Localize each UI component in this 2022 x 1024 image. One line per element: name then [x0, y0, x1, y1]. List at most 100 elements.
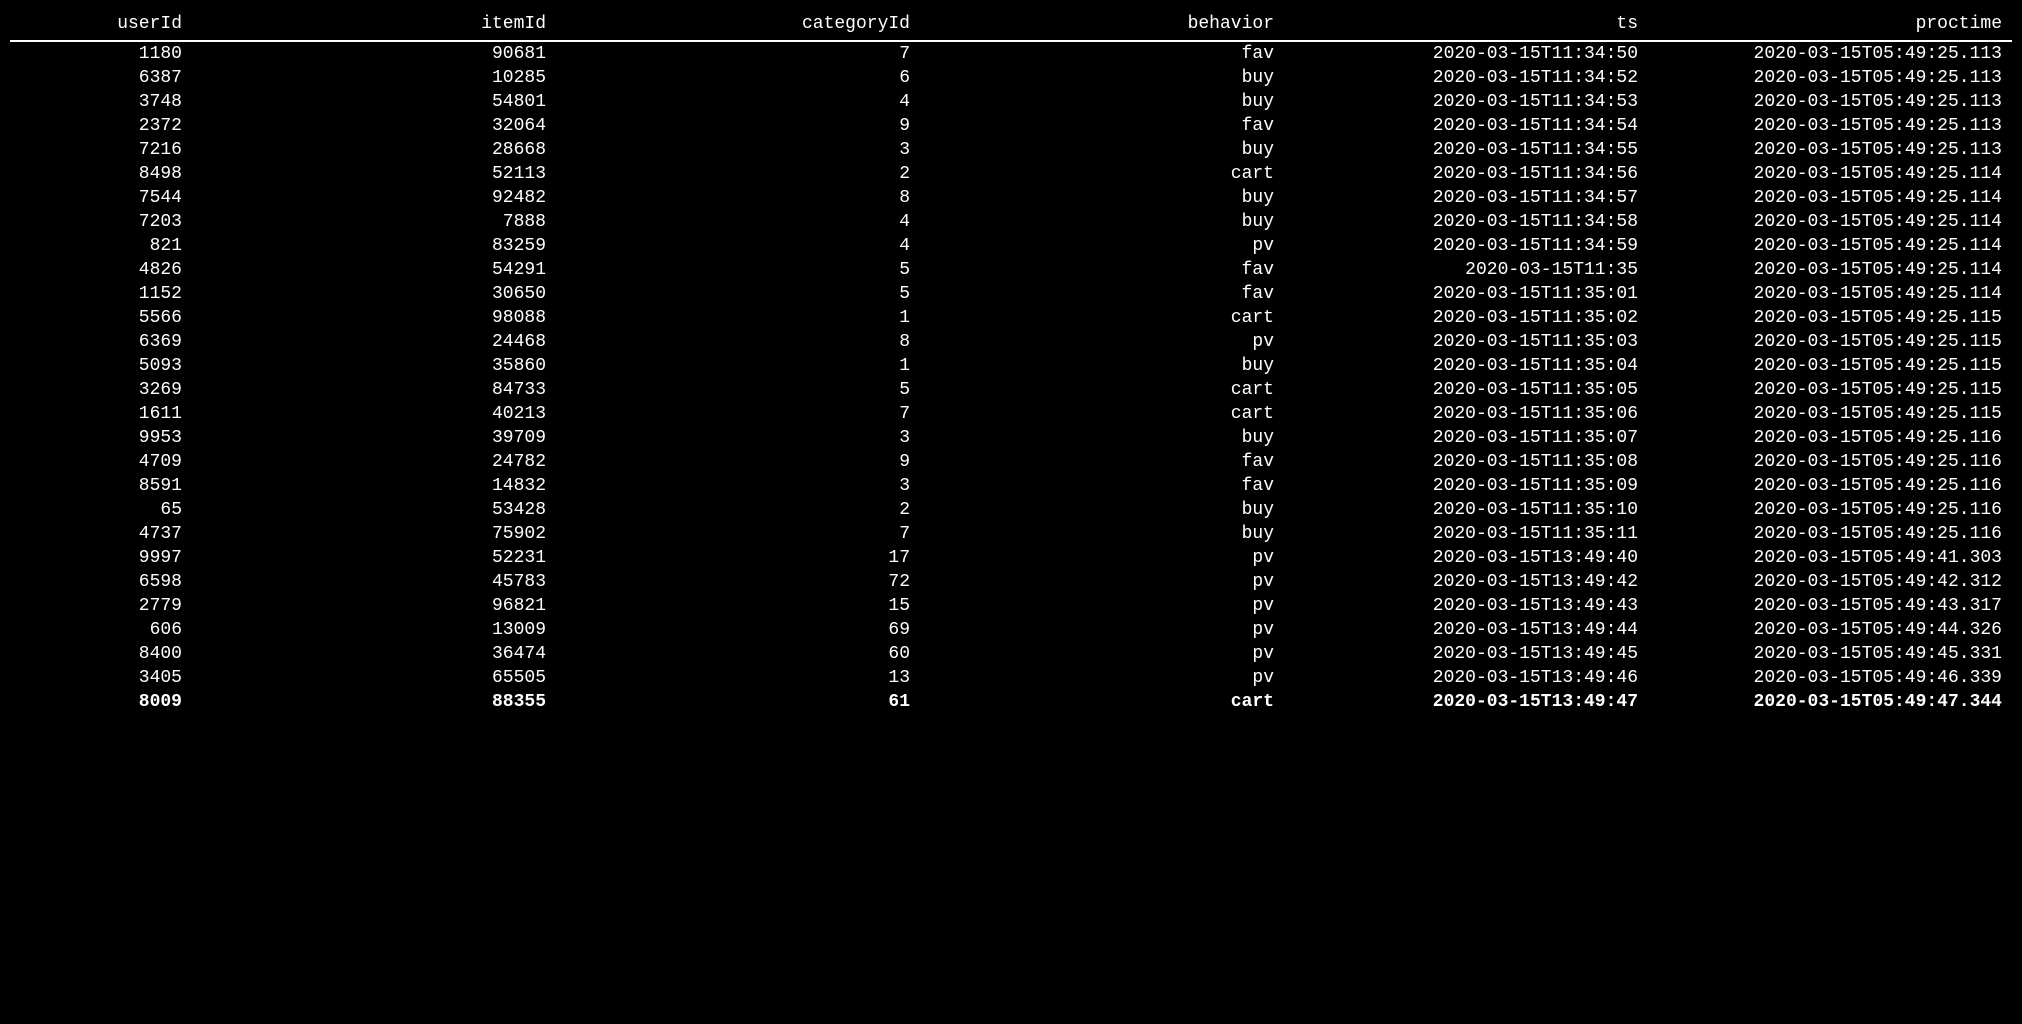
- cell-itemId: 96821: [192, 594, 556, 618]
- cell-proctime: 2020-03-15T05:49:25.115: [1648, 306, 2012, 330]
- table-row: 720378884buy2020-03-15T11:34:582020-03-1…: [10, 210, 2012, 234]
- cell-itemId: 52113: [192, 162, 556, 186]
- cell-categoryId: 17: [556, 546, 920, 570]
- table-row: 3748548014buy2020-03-15T11:34:532020-03-…: [10, 90, 2012, 114]
- cell-itemId: 45783: [192, 570, 556, 594]
- cell-proctime: 2020-03-15T05:49:25.114: [1648, 258, 2012, 282]
- table-row: 4826542915fav2020-03-15T11:352020-03-15T…: [10, 258, 2012, 282]
- cell-ts: 2020-03-15T11:34:58: [1284, 210, 1648, 234]
- cell-userId: 6369: [10, 330, 192, 354]
- cell-ts: 2020-03-15T13:49:42: [1284, 570, 1648, 594]
- table-row: 65534282buy2020-03-15T11:35:102020-03-15…: [10, 498, 2012, 522]
- table-row: 5566980881cart2020-03-15T11:35:022020-03…: [10, 306, 2012, 330]
- cell-ts: 2020-03-15T11:35:02: [1284, 306, 1648, 330]
- cell-behavior: pv: [920, 570, 1284, 594]
- cell-itemId: 30650: [192, 282, 556, 306]
- cell-itemId: 10285: [192, 66, 556, 90]
- cell-itemId: 90681: [192, 41, 556, 66]
- cell-categoryId: 69: [556, 618, 920, 642]
- cell-ts: 2020-03-15T11:35:06: [1284, 402, 1648, 426]
- cell-userId: 5093: [10, 354, 192, 378]
- cell-categoryId: 8: [556, 186, 920, 210]
- cell-proctime: 2020-03-15T05:49:25.116: [1648, 426, 2012, 450]
- cell-behavior: pv: [920, 666, 1284, 690]
- cell-categoryId: 7: [556, 402, 920, 426]
- cell-itemId: 28668: [192, 138, 556, 162]
- cell-proctime: 2020-03-15T05:49:25.114: [1648, 186, 2012, 210]
- cell-behavior: buy: [920, 354, 1284, 378]
- table-row: 1611402137cart2020-03-15T11:35:062020-03…: [10, 402, 2012, 426]
- table-row: 4709247829fav2020-03-15T11:35:082020-03-…: [10, 450, 2012, 474]
- cell-ts: 2020-03-15T11:35:11: [1284, 522, 1648, 546]
- cell-itemId: 54291: [192, 258, 556, 282]
- cell-userId: 65: [10, 498, 192, 522]
- table-row: 1180906817fav2020-03-15T11:34:502020-03-…: [10, 41, 2012, 66]
- cell-behavior: buy: [920, 426, 1284, 450]
- column-header-categoryId: categoryId: [556, 10, 920, 41]
- table-row: 34056550513pv2020-03-15T13:49:462020-03-…: [10, 666, 2012, 690]
- cell-userId: 4826: [10, 258, 192, 282]
- table-row: 8591148323fav2020-03-15T11:35:092020-03-…: [10, 474, 2012, 498]
- cell-ts: 2020-03-15T11:34:50: [1284, 41, 1648, 66]
- cell-userId: 5566: [10, 306, 192, 330]
- cell-behavior: pv: [920, 234, 1284, 258]
- table-row: 99975223117pv2020-03-15T13:49:402020-03-…: [10, 546, 2012, 570]
- table-row: 27799682115pv2020-03-15T13:49:432020-03-…: [10, 594, 2012, 618]
- cell-userId: 8498: [10, 162, 192, 186]
- cell-ts: 2020-03-15T13:49:45: [1284, 642, 1648, 666]
- cell-itemId: 92482: [192, 186, 556, 210]
- cell-proctime: 2020-03-15T05:49:41.303: [1648, 546, 2012, 570]
- cell-behavior: fav: [920, 474, 1284, 498]
- table-row: 3269847335cart2020-03-15T11:35:052020-03…: [10, 378, 2012, 402]
- column-header-proctime: proctime: [1648, 10, 2012, 41]
- cell-ts: 2020-03-15T11:34:54: [1284, 114, 1648, 138]
- cell-ts: 2020-03-15T13:49:44: [1284, 618, 1648, 642]
- cell-itemId: 75902: [192, 522, 556, 546]
- cell-proctime: 2020-03-15T05:49:25.113: [1648, 41, 2012, 66]
- cell-behavior: fav: [920, 258, 1284, 282]
- cell-categoryId: 3: [556, 426, 920, 450]
- cell-proctime: 2020-03-15T05:49:25.116: [1648, 474, 2012, 498]
- cell-proctime: 2020-03-15T05:49:44.326: [1648, 618, 2012, 642]
- cell-userId: 6598: [10, 570, 192, 594]
- cell-userId: 7203: [10, 210, 192, 234]
- data-table: userId itemId categoryId behavior ts pro…: [10, 10, 2012, 714]
- cell-proctime: 2020-03-15T05:49:25.113: [1648, 138, 2012, 162]
- column-header-itemId: itemId: [192, 10, 556, 41]
- cell-ts: 2020-03-15T11:34:56: [1284, 162, 1648, 186]
- cell-userId: 4737: [10, 522, 192, 546]
- cell-itemId: 36474: [192, 642, 556, 666]
- cell-categoryId: 4: [556, 210, 920, 234]
- cell-behavior: pv: [920, 642, 1284, 666]
- cell-userId: 8591: [10, 474, 192, 498]
- table-row: 80098835561cart2020-03-15T13:49:472020-0…: [10, 690, 2012, 714]
- cell-userId: 1180: [10, 41, 192, 66]
- cell-ts: 2020-03-15T11:35: [1284, 258, 1648, 282]
- table-row: 2372320649fav2020-03-15T11:34:542020-03-…: [10, 114, 2012, 138]
- table-row: 65984578372pv2020-03-15T13:49:422020-03-…: [10, 570, 2012, 594]
- cell-userId: 3748: [10, 90, 192, 114]
- cell-categoryId: 3: [556, 138, 920, 162]
- cell-userId: 7216: [10, 138, 192, 162]
- cell-proctime: 2020-03-15T05:49:25.114: [1648, 234, 2012, 258]
- table-row: 1152306505fav2020-03-15T11:35:012020-03-…: [10, 282, 2012, 306]
- cell-behavior: pv: [920, 618, 1284, 642]
- cell-itemId: 88355: [192, 690, 556, 714]
- cell-categoryId: 2: [556, 162, 920, 186]
- cell-behavior: cart: [920, 378, 1284, 402]
- cell-proctime: 2020-03-15T05:49:42.312: [1648, 570, 2012, 594]
- cell-itemId: 14832: [192, 474, 556, 498]
- table-row: 84003647460pv2020-03-15T13:49:452020-03-…: [10, 642, 2012, 666]
- column-header-userId: userId: [10, 10, 192, 41]
- cell-proctime: 2020-03-15T05:49:25.114: [1648, 210, 2012, 234]
- cell-ts: 2020-03-15T11:34:59: [1284, 234, 1648, 258]
- cell-behavior: pv: [920, 330, 1284, 354]
- cell-proctime: 2020-03-15T05:49:25.116: [1648, 498, 2012, 522]
- cell-userId: 1611: [10, 402, 192, 426]
- header-row: userId itemId categoryId behavior ts pro…: [10, 10, 2012, 41]
- cell-proctime: 2020-03-15T05:49:25.113: [1648, 114, 2012, 138]
- cell-proctime: 2020-03-15T05:49:43.317: [1648, 594, 2012, 618]
- cell-userId: 6387: [10, 66, 192, 90]
- cell-itemId: 24782: [192, 450, 556, 474]
- cell-behavior: pv: [920, 594, 1284, 618]
